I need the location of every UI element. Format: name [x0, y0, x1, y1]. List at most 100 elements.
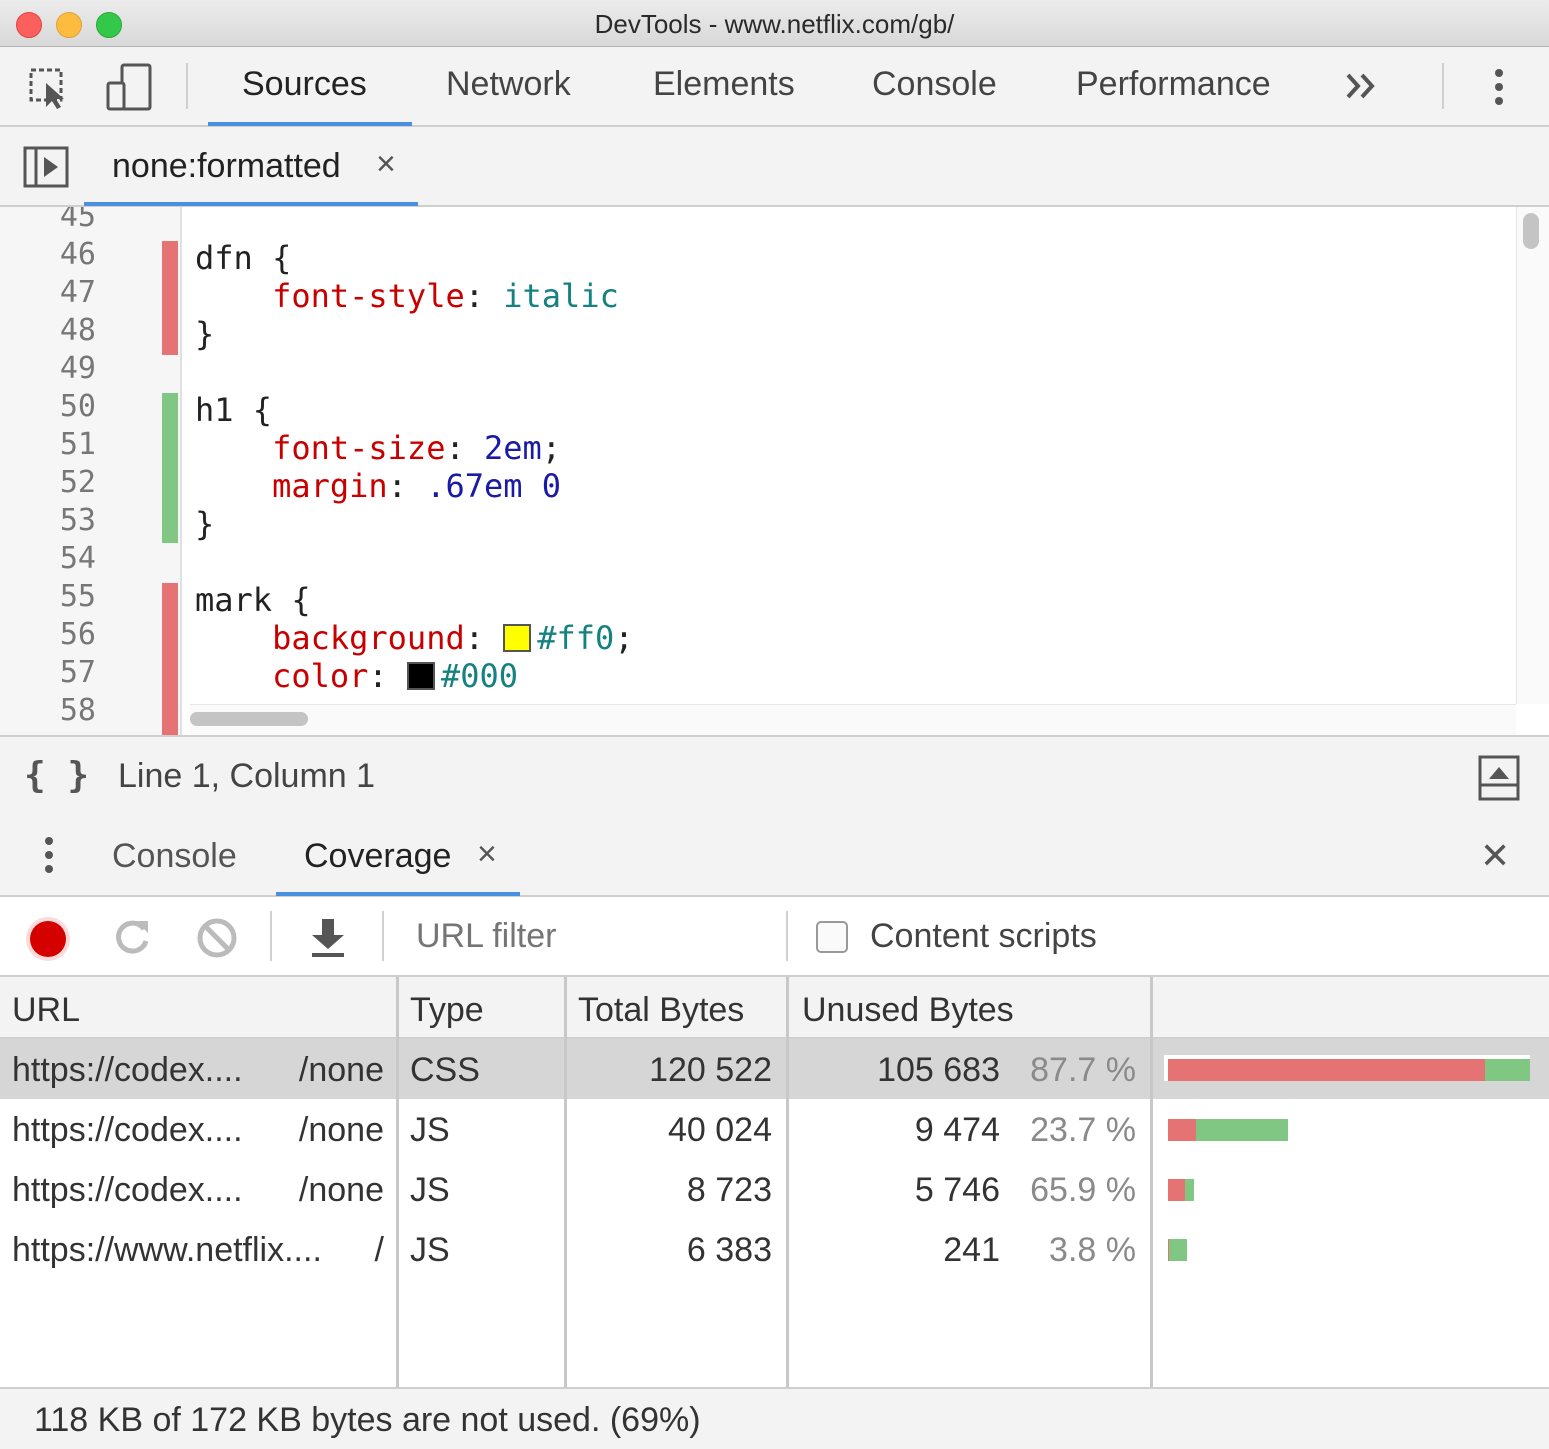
drawer-tab-console[interactable]: Console — [112, 837, 237, 876]
coverage-table: URL Type Total Bytes Unused Bytes https:… — [0, 977, 1549, 1387]
toggle-navigator-icon[interactable] — [22, 145, 70, 194]
line-number[interactable]: 54 — [0, 541, 96, 576]
code-line: font-style: italic — [272, 277, 619, 315]
window-title: DevTools - www.netflix.com/gb/ — [594, 9, 955, 39]
column-divider — [564, 977, 567, 1387]
code-line: h1 { — [195, 391, 273, 429]
more-tabs-icon[interactable] — [1344, 71, 1378, 106]
code-editor[interactable]: 45 46 47 48 49 50 51 52 53 54 55 56 57 58 dfn { font-… — [0, 207, 1549, 735]
code-line: color: #000 — [272, 657, 518, 695]
line-number[interactable]: 46 — [0, 237, 96, 272]
horizontal-scrollbar-thumb[interactable] — [190, 712, 308, 726]
toolbar-divider — [270, 911, 272, 961]
coverage-summary: 118 KB of 172 KB bytes are not used. (69… — [34, 1401, 701, 1439]
toolbar-divider — [786, 911, 788, 961]
line-number[interactable]: 48 — [0, 313, 96, 348]
coverage-unused-marker — [162, 241, 178, 355]
url-filter-input[interactable] — [404, 911, 798, 961]
toolbar-divider — [1442, 63, 1444, 109]
column-divider — [396, 977, 399, 1387]
line-number[interactable]: 47 — [0, 275, 96, 310]
table-header: URL Type Total Bytes Unused Bytes — [0, 977, 1549, 1039]
tab-console[interactable]: Console — [872, 65, 997, 104]
editor-status-bar: { } Line 1, Column 1 — [0, 735, 1549, 819]
code-line: background: #ff0; — [272, 619, 634, 657]
coverage-summary-bar: 118 KB of 172 KB bytes are not used. (69… — [0, 1387, 1549, 1449]
code-line: dfn { — [195, 239, 292, 277]
column-header-url[interactable]: URL — [12, 991, 80, 1030]
color-swatch-yellow[interactable] — [503, 624, 532, 652]
vertical-scrollbar-track — [1516, 207, 1549, 704]
code-line: font-size: 2em; — [272, 429, 562, 467]
line-number[interactable]: 51 — [0, 427, 96, 462]
active-tab-indicator — [208, 122, 412, 126]
color-swatch-black[interactable] — [406, 662, 435, 690]
line-number[interactable]: 45 — [0, 207, 96, 234]
vertical-scrollbar-thumb[interactable] — [1523, 213, 1539, 249]
table-row[interactable]: https://www.netflix.... / JS 6 383 241 3.8 % — [0, 1219, 1549, 1279]
code-line: margin: .67em 0 — [272, 467, 562, 505]
active-drawer-tab-indicator — [276, 892, 520, 896]
column-divider — [1150, 977, 1153, 1387]
code-line: } — [195, 505, 215, 543]
active-file-indicator — [84, 202, 418, 206]
line-number[interactable]: 50 — [0, 389, 96, 424]
row-unused-percent: 87.7 % — [1030, 1051, 1136, 1089]
column-header-unused-bytes[interactable]: Unused Bytes — [802, 991, 1014, 1030]
close-coverage-tab-icon[interactable]: × — [477, 835, 497, 874]
horizontal-scrollbar-track — [190, 704, 1516, 735]
coverage-unused-marker — [162, 583, 178, 735]
tab-performance[interactable]: Performance — [1076, 65, 1271, 104]
table-row[interactable]: https://codex..../none JS 8 723 5 746 65.9 % — [0, 1159, 1549, 1219]
file-tab-label[interactable]: none:formatted — [112, 147, 341, 186]
table-row[interactable]: https://codex..../none JS 40 024 9 474 23.7 … — [0, 1099, 1549, 1159]
coverage-used-marker — [162, 393, 178, 543]
used-bytes-bar — [1485, 1059, 1530, 1081]
window-title-bar: DevTools - www.netflix.com/gb/ — [0, 0, 1549, 47]
toggle-debugger-icon[interactable] — [1478, 755, 1520, 806]
tab-network[interactable]: Network — [446, 65, 571, 104]
code-line: mark { — [195, 581, 311, 619]
drawer-tab-bar: Console Coverage × ✕ — [0, 817, 1549, 897]
close-drawer-icon[interactable]: ✕ — [1480, 835, 1510, 877]
used-bytes-bar — [1196, 1119, 1288, 1141]
close-file-tab-icon[interactable]: × — [376, 145, 396, 184]
inspect-element-icon[interactable] — [28, 67, 72, 116]
column-header-total-bytes[interactable]: Total Bytes — [578, 991, 744, 1030]
file-tab-bar: none:formatted × — [0, 127, 1549, 207]
customize-menu-icon[interactable] — [1488, 67, 1510, 116]
line-number[interactable]: 55 — [0, 579, 96, 614]
column-header-type[interactable]: Type — [410, 991, 484, 1030]
row-unused-percent: 3.8 % — [1049, 1231, 1136, 1269]
coverage-toolbar: Content scripts — [0, 897, 1549, 977]
table-row[interactable]: https://codex..../none CSS 120 522 105 683 8… — [0, 1039, 1549, 1099]
used-bytes-bar — [1169, 1239, 1187, 1261]
main-toolbar: Sources Network Elements Console Perform… — [0, 47, 1549, 127]
line-number[interactable]: 49 — [0, 351, 96, 386]
device-toolbar-icon[interactable] — [104, 63, 156, 116]
line-number[interactable]: 52 — [0, 465, 96, 500]
export-download-icon[interactable] — [306, 915, 350, 964]
line-number[interactable]: 53 — [0, 503, 96, 538]
unused-bytes-bar — [1168, 1059, 1485, 1081]
code-line: } — [195, 315, 215, 353]
column-divider — [786, 977, 789, 1387]
row-unused-percent: 23.7 % — [1030, 1111, 1136, 1149]
tab-elements[interactable]: Elements — [653, 65, 795, 104]
used-bytes-bar — [1185, 1179, 1194, 1201]
record-coverage-button[interactable] — [22, 913, 74, 970]
content-scripts-checkbox[interactable] — [816, 921, 848, 953]
toolbar-divider — [382, 911, 384, 961]
tab-sources[interactable]: Sources — [242, 65, 367, 104]
drawer-menu-icon[interactable] — [38, 835, 60, 884]
unused-bytes-bar — [1168, 1179, 1185, 1201]
toolbar-divider — [186, 63, 188, 109]
clear-icon[interactable] — [194, 915, 240, 966]
line-number[interactable]: 57 — [0, 655, 96, 690]
reload-icon[interactable] — [110, 915, 154, 964]
line-number[interactable]: 58 — [0, 693, 96, 728]
line-number[interactable]: 56 — [0, 617, 96, 652]
pretty-print-icon[interactable]: { } — [24, 755, 89, 796]
drawer-tab-coverage[interactable]: Coverage — [304, 837, 451, 876]
unused-bytes-bar — [1168, 1119, 1196, 1141]
